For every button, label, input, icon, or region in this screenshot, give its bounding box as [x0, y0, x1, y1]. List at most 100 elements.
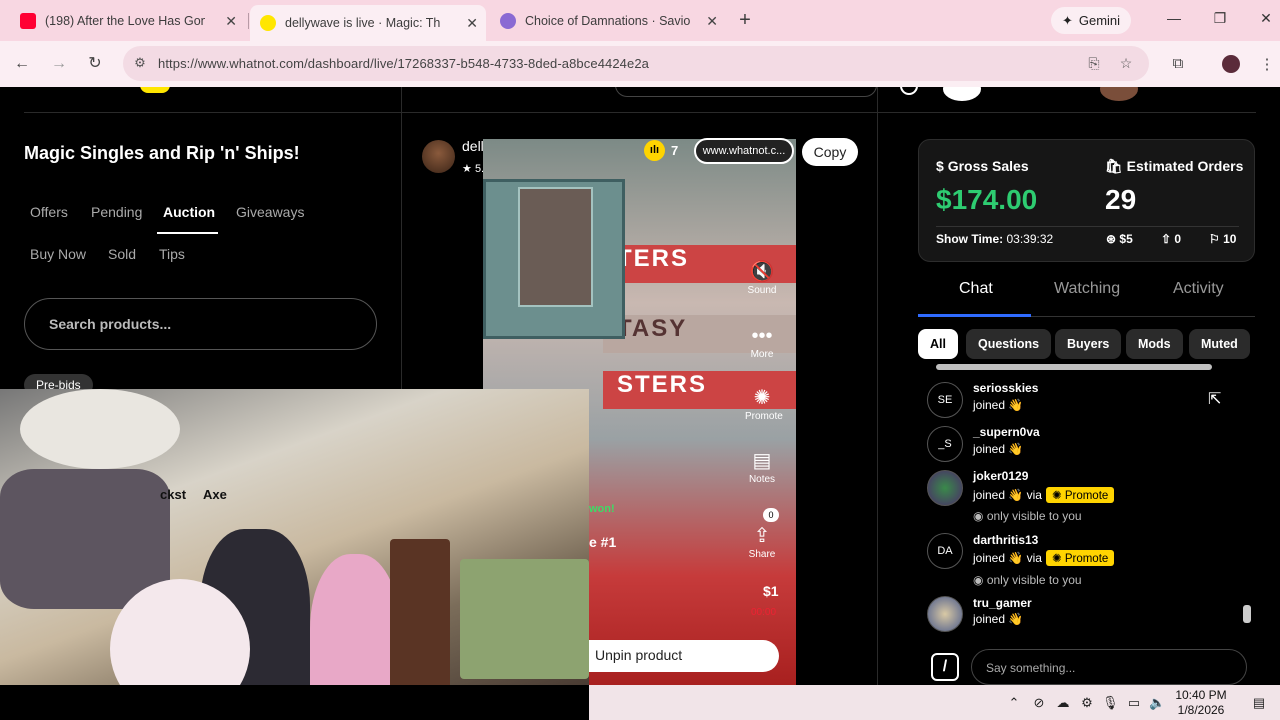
- share-count-badge: 0: [763, 508, 779, 522]
- search-placeholder: Search products...: [49, 316, 172, 332]
- app-tray-icon[interactable]: ⊘: [1031, 695, 1047, 711]
- filter-mods[interactable]: Mods: [1126, 329, 1183, 359]
- promote-button[interactable]: ✺ Promote: [745, 385, 783, 422]
- filter-scrollbar[interactable]: [922, 362, 1248, 372]
- close-icon[interactable]: ✕: [225, 13, 237, 30]
- bookmarks-value: 10: [1223, 232, 1237, 246]
- close-icon[interactable]: ✕: [466, 15, 478, 32]
- scrollbar-thumb[interactable]: [1243, 605, 1251, 623]
- tab-giveaways[interactable]: Giveaways: [236, 204, 304, 220]
- sound-label: Sound: [747, 285, 777, 296]
- chat-username[interactable]: darthritis13: [973, 533, 1038, 547]
- notification-icon[interactable]: ▤: [1251, 695, 1267, 711]
- share-button[interactable]: ⇪ Share: [745, 523, 779, 560]
- reload-icon[interactable]: ↻: [85, 54, 105, 74]
- network-icon[interactable]: ▭: [1126, 695, 1142, 711]
- onedrive-icon[interactable]: ☁: [1055, 695, 1071, 711]
- logo-mark: [140, 87, 170, 93]
- promote-badge-label: Promote: [1064, 490, 1109, 502]
- viewer-count: ılı 7: [644, 140, 678, 161]
- tab-auction[interactable]: Auction: [163, 204, 215, 220]
- chat-input[interactable]: Say something...: [971, 649, 1247, 685]
- tab-activity[interactable]: Activity: [1173, 280, 1224, 298]
- extensions-icon[interactable]: ⧉: [1169, 55, 1187, 73]
- popout-icon[interactable]: ⇱: [1208, 389, 1226, 408]
- browser-tab-youtube[interactable]: (198) After the Love Has Gone ✕: [10, 6, 245, 36]
- address-bar[interactable]: ⚙ https://www.whatnot.com/dashboard/live…: [123, 46, 1149, 81]
- microphone-icon[interactable]: 🎙: [1102, 695, 1119, 711]
- chat-message-text: joined 👋 via: [973, 551, 1042, 565]
- orders-label-text: Estimated Orders: [1126, 158, 1244, 174]
- whatnot-logo[interactable]: [140, 87, 300, 95]
- header-search-bar[interactable]: [615, 87, 877, 97]
- filter-questions[interactable]: Questions: [966, 329, 1052, 359]
- dollar-icon: $: [936, 158, 944, 174]
- chat-username[interactable]: seriosskies: [973, 381, 1038, 395]
- chat-username[interactable]: joker0129: [973, 469, 1028, 483]
- avatar[interactable]: [927, 596, 963, 632]
- bookmark-star-icon[interactable]: ☆: [1117, 55, 1135, 73]
- whatnot-dashboard: Magic Singles and Rip 'n' Ships! Offers …: [0, 87, 1280, 685]
- site-settings-icon[interactable]: ⚙: [131, 55, 149, 73]
- forward-arrow-icon[interactable]: →: [49, 54, 69, 74]
- filter-muted[interactable]: Muted: [1189, 329, 1250, 359]
- close-window-button[interactable]: ✕: [1256, 10, 1276, 30]
- avatar[interactable]: [927, 470, 963, 506]
- menu-dots-icon[interactable]: ⋮: [1258, 55, 1276, 73]
- unpin-product-button[interactable]: Unpin product: [589, 640, 779, 672]
- taskbar-clock[interactable]: 10:40 PM 1/8/2026: [1166, 688, 1236, 718]
- viewer-count-value: 7: [671, 143, 679, 158]
- install-app-icon[interactable]: ⎘: [1085, 55, 1103, 73]
- scrollbar-thumb[interactable]: [936, 364, 1212, 370]
- minimize-button[interactable]: —: [1164, 10, 1184, 30]
- tab-offers[interactable]: Offers: [30, 204, 68, 220]
- tab-chat[interactable]: Chat: [959, 280, 993, 298]
- chevron-up-icon[interactable]: ⌃: [1006, 695, 1022, 711]
- volume-icon[interactable]: 🔈: [1149, 695, 1165, 711]
- new-tab-button[interactable]: +: [735, 8, 755, 32]
- notes-button[interactable]: ▤ Notes: [745, 448, 779, 485]
- avatar[interactable]: _S: [927, 426, 963, 462]
- header-icon[interactable]: [900, 87, 918, 95]
- tips-value: $5: [1119, 232, 1133, 246]
- browser-tab-whatnot[interactable]: dellywave is live · Magic: The Ga ✕: [250, 5, 486, 41]
- streamer-avatar[interactable]: [422, 140, 455, 173]
- header-action-icon[interactable]: [943, 87, 981, 101]
- tips-stat: ⊛ $5: [1106, 232, 1133, 246]
- chat-scrollbar[interactable]: [1240, 383, 1254, 638]
- tab-watching[interactable]: Watching: [1054, 280, 1120, 298]
- profile-avatar[interactable]: [1222, 55, 1240, 73]
- avatar[interactable]: SE: [927, 382, 963, 418]
- door: [390, 539, 450, 685]
- header-avatar[interactable]: [1100, 87, 1138, 101]
- tab-pending[interactable]: Pending: [91, 204, 142, 220]
- chat-username[interactable]: tru_gamer: [973, 596, 1032, 610]
- bookmark-icon: ⚐: [1209, 232, 1220, 246]
- back-arrow-icon[interactable]: ←: [12, 54, 32, 74]
- share-url-pill[interactable]: www.whatnot.c...: [694, 138, 794, 164]
- avatar[interactable]: DA: [927, 533, 963, 569]
- tab-buy-now[interactable]: Buy Now: [30, 246, 86, 262]
- tab-tips[interactable]: Tips: [159, 246, 185, 262]
- tab-sold[interactable]: Sold: [108, 246, 136, 262]
- sound-button[interactable]: 🔇 Sound: [745, 259, 779, 296]
- notes-label: Notes: [748, 474, 776, 485]
- promote-badge: ✺ Promote: [1045, 550, 1115, 566]
- chat-username[interactable]: _supern0va: [973, 425, 1040, 439]
- meet-icon[interactable]: ⚙: [1079, 695, 1095, 711]
- url-text[interactable]: https://www.whatnot.com/dashboard/live/1…: [158, 56, 649, 71]
- copy-button[interactable]: Copy: [802, 138, 858, 166]
- product-search-input[interactable]: Search products...: [24, 298, 377, 350]
- close-icon[interactable]: ✕: [706, 13, 718, 30]
- more-button[interactable]: ••• More: [745, 323, 779, 360]
- pink-blanket: [310, 554, 400, 685]
- browser-tab-mtg[interactable]: Choice of Damnations · Saviors ✕: [490, 6, 726, 36]
- shares-stat: ⇧ 0: [1161, 232, 1181, 246]
- filter-buyers[interactable]: Buyers: [1055, 329, 1122, 359]
- sparkle-icon: ✦: [1061, 12, 1073, 28]
- gemini-button[interactable]: ✦ Gemini: [1051, 7, 1131, 34]
- gross-sales-value: $174.00: [936, 184, 1038, 215]
- command-icon[interactable]: /: [931, 653, 959, 681]
- filter-all[interactable]: All: [918, 329, 958, 359]
- restore-button[interactable]: ❐: [1210, 10, 1230, 30]
